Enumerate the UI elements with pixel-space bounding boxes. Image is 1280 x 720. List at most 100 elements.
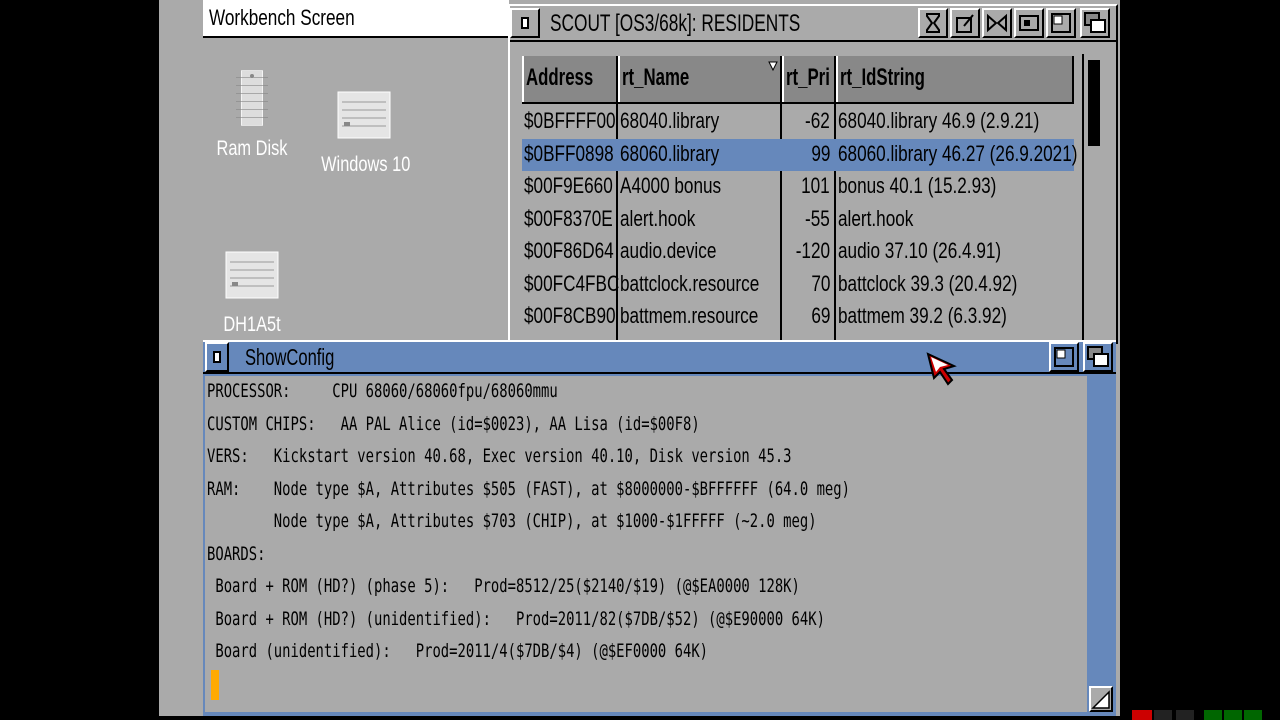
console-line: CUSTOM CHIPS: AA PAL Alice (id=$0023), A… bbox=[207, 412, 700, 435]
table-header: Address rt_Name rt_Pri rt_IdString bbox=[522, 56, 1074, 104]
sort-gadget[interactable] bbox=[982, 8, 1012, 38]
edit-icon bbox=[956, 14, 974, 33]
resize-icon bbox=[1091, 690, 1110, 709]
cell-address: $00F9E660 bbox=[524, 173, 613, 198]
console-line: RAM: Node type $A, Attributes $505 (FAST… bbox=[207, 477, 850, 500]
cell-idstring: audio 37.10 (26.4.91) bbox=[838, 238, 1002, 263]
zoom-gadget[interactable] bbox=[1049, 342, 1079, 372]
console-line: Node type $A, Attributes $703 (CHIP), at… bbox=[207, 510, 817, 532]
scout-scrollbar[interactable] bbox=[1082, 54, 1102, 344]
column-header-idstring[interactable]: rt_IdString bbox=[836, 56, 1074, 102]
showconfig-scrollbar[interactable] bbox=[1089, 376, 1113, 684]
console-line: Board + ROM (HD?) (phase 5): Prod=8512/2… bbox=[207, 575, 800, 597]
cell-address: $0BFF0898 bbox=[524, 140, 614, 166]
table-row[interactable]: $00F8CB90 battmem.resource 69 battmem 39.2 … bbox=[522, 301, 1074, 333]
hard-drive-icon bbox=[225, 251, 279, 299]
iconify-gadget[interactable] bbox=[1014, 8, 1044, 38]
showconfig-window[interactable]: ShowConfig PROCESSOR: CPU 68060/68060fpu… bbox=[203, 340, 1116, 716]
depth-gadget[interactable] bbox=[1080, 8, 1110, 38]
close-gadget[interactable] bbox=[510, 8, 540, 38]
cell-address: $00F8CB90 bbox=[524, 303, 616, 328]
cell-pri: -55 bbox=[805, 205, 830, 231]
status-indicator bbox=[1098, 710, 1112, 720]
cell-name: alert.hook bbox=[620, 205, 696, 231]
cell-name: audio.device bbox=[620, 238, 717, 263]
depth-icon bbox=[1087, 346, 1109, 367]
showconfig-title-bar[interactable]: ShowConfig bbox=[203, 340, 1116, 374]
table-row[interactable]: $00F86D64 audio.device -120 audio 37.10 (26… bbox=[522, 236, 1074, 268]
console-line: Board (unidentified): Prod=2011/4($7DB/$… bbox=[207, 640, 709, 662]
desktop-icon-dh1[interactable]: DH1A5t bbox=[197, 244, 307, 337]
status-indicator bbox=[1154, 710, 1172, 720]
console-line: BOARDS: bbox=[207, 542, 266, 565]
status-indicator bbox=[1132, 710, 1152, 720]
zoom-icon bbox=[1054, 347, 1074, 367]
table-row[interactable]: $00F9E660 A4000 bonus 101 bonus 40.1 (15.2.… bbox=[522, 171, 1074, 203]
workbench-title: Workbench Screen bbox=[209, 5, 355, 30]
cell-address: $00F8370E bbox=[524, 205, 613, 231]
desktop-icon-label: DH1A5t bbox=[223, 313, 281, 336]
cell-pri: 70 bbox=[810, 270, 830, 296]
console-line: VERS: Kickstart version 40.68, Exec vers… bbox=[207, 445, 792, 467]
close-icon bbox=[213, 351, 221, 363]
cell-idstring: bonus 40.1 (15.2.93) bbox=[838, 173, 997, 198]
cell-name: 68040.library bbox=[620, 108, 720, 133]
workbench-screen: Workbench Screen Ram Disk Windows 10 DH1… bbox=[159, 0, 1120, 716]
iconify-icon bbox=[1019, 15, 1039, 31]
close-gadget[interactable] bbox=[205, 342, 229, 372]
cell-idstring: battclock 39.3 (20.4.92) bbox=[838, 270, 1018, 296]
scroll-knob[interactable] bbox=[1088, 60, 1100, 146]
console-line: PROCESSOR: CPU 68060/68060fpu/68060mmu bbox=[207, 380, 558, 402]
text-cursor bbox=[211, 670, 219, 700]
cell-idstring: battmem 39.2 (6.3.92) bbox=[838, 303, 1007, 328]
zoom-icon bbox=[1051, 13, 1071, 33]
cell-idstring: alert.hook bbox=[838, 205, 914, 231]
desktop-icon-label: Windows 10 bbox=[321, 153, 411, 176]
cell-pri: -120 bbox=[795, 238, 830, 263]
cell-idstring: 68060.library 46.27 (26.9.2021) bbox=[838, 140, 1078, 166]
console-output[interactable]: PROCESSOR: CPU 68060/68060fpu/68060mmu CU… bbox=[205, 376, 1087, 712]
zoom-gadget[interactable] bbox=[1046, 8, 1076, 38]
desktop-icon-windows-10[interactable]: Windows 10 bbox=[309, 84, 419, 177]
busy-gadget[interactable] bbox=[918, 8, 948, 38]
column-header-name[interactable]: rt_Name bbox=[618, 56, 782, 102]
depth-gadget[interactable] bbox=[1083, 342, 1113, 372]
status-indicator bbox=[1224, 710, 1242, 720]
cell-address: $0BFFFF00 bbox=[524, 108, 616, 133]
cell-idstring: 68040.library 46.9 (2.9.21) bbox=[838, 108, 1040, 133]
resize-gadget[interactable] bbox=[1089, 686, 1113, 712]
cell-pri: -62 bbox=[805, 108, 830, 133]
hourglass-icon bbox=[926, 13, 940, 33]
column-header-pri[interactable]: rt_Pri bbox=[782, 56, 836, 102]
scout-title-bar[interactable]: SCOUT [OS3/68k]: RESIDENTS bbox=[510, 6, 1116, 42]
scout-window[interactable]: SCOUT [OS3/68k]: RESIDENTS Address rt_Na… bbox=[508, 4, 1118, 344]
cell-name: A4000 bonus bbox=[620, 173, 722, 198]
ram-chip-icon bbox=[236, 70, 268, 126]
cell-pri: 69 bbox=[810, 303, 830, 328]
table-row[interactable]: $00F8370E alert.hook -55 alert.hook bbox=[522, 204, 1074, 236]
desktop-icon-ram-disk[interactable]: Ram Disk bbox=[197, 68, 307, 161]
column-header-address[interactable]: Address bbox=[522, 56, 618, 102]
workbench-title-bar[interactable]: Workbench Screen bbox=[203, 0, 509, 38]
depth-icon bbox=[1084, 12, 1106, 33]
status-strip bbox=[1092, 710, 1280, 720]
status-indicator bbox=[1176, 710, 1194, 720]
cell-name: 68060.library bbox=[620, 140, 720, 166]
hard-drive-icon bbox=[337, 91, 391, 139]
console-line: Board + ROM (HD?) (unidentified): Prod=2… bbox=[207, 607, 825, 630]
cell-name: battmem.resource bbox=[620, 303, 759, 328]
edit-gadget[interactable] bbox=[950, 8, 980, 38]
cell-address: $00F86D64 bbox=[524, 238, 614, 263]
sort-icon bbox=[987, 13, 1007, 33]
sort-arrow-icon bbox=[768, 61, 778, 72]
table-row[interactable]: $0BFF0898 68060.library 99 68060.library 46… bbox=[522, 138, 1078, 171]
status-indicator bbox=[1244, 710, 1262, 720]
scout-title: SCOUT [OS3/68k]: RESIDENTS bbox=[550, 10, 801, 37]
cell-address: $00FC4FBC bbox=[524, 270, 620, 296]
table-row[interactable]: $0BFFFF00 68040.library -62 68040.library 4… bbox=[522, 106, 1074, 138]
close-icon bbox=[521, 17, 529, 29]
cell-pri: 101 bbox=[801, 173, 830, 198]
cell-pri: 99 bbox=[810, 140, 830, 166]
table-row[interactable]: $00FC4FBC battclock.resource 70 battclock 3… bbox=[522, 269, 1074, 301]
cell-name: battclock.resource bbox=[620, 270, 760, 296]
